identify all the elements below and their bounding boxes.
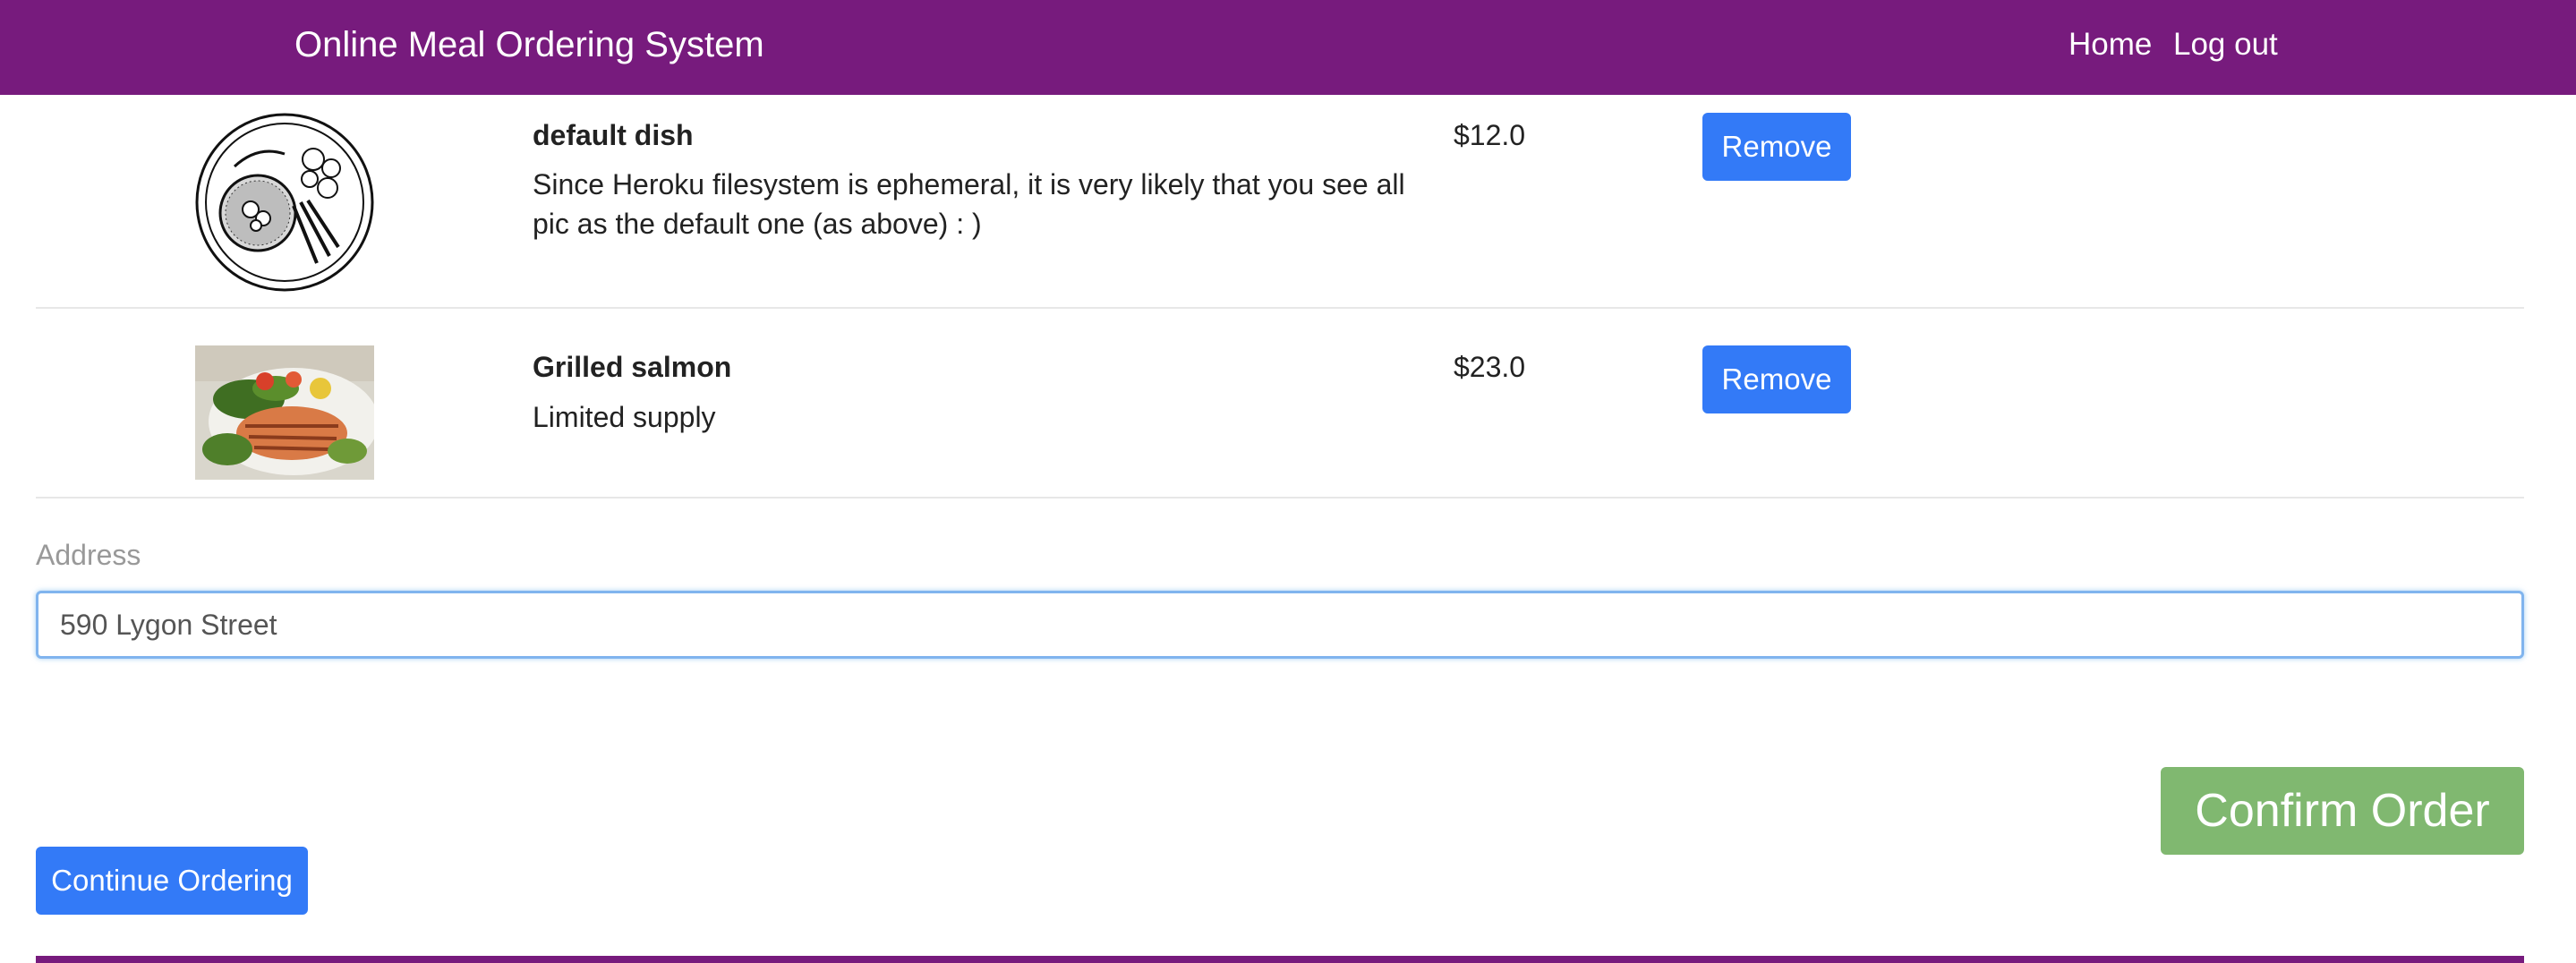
address-label: Address [36,539,141,571]
nav-home-link[interactable]: Home [2068,23,2152,66]
footer-divider [36,956,2524,963]
dish-price: $12.0 [1454,119,1526,151]
grilled-salmon-photo [195,345,374,480]
row-divider [36,497,2524,499]
nav-logout-link[interactable]: Log out [2173,23,2278,66]
address-input[interactable] [36,591,2524,659]
dish-name: default dish [533,119,694,151]
dish-name: Grilled salmon [533,351,732,383]
brand-title[interactable]: Online Meal Ordering System [294,21,764,68]
continue-ordering-button[interactable]: Continue Ordering [36,847,308,915]
plate-illustration-icon [195,113,374,292]
top-navbar: Online Meal Ordering System Home Log out [0,0,2576,95]
dish-description: Limited supply [533,401,716,433]
dish-price: $23.0 [1454,351,1526,383]
row-divider [36,307,2524,309]
remove-button[interactable]: Remove [1702,113,1851,181]
confirm-order-button[interactable]: Confirm Order [2161,767,2524,855]
dish-description: Since Heroku filesystem is ephemeral, it… [533,168,1405,240]
remove-button[interactable]: Remove [1702,345,1851,413]
